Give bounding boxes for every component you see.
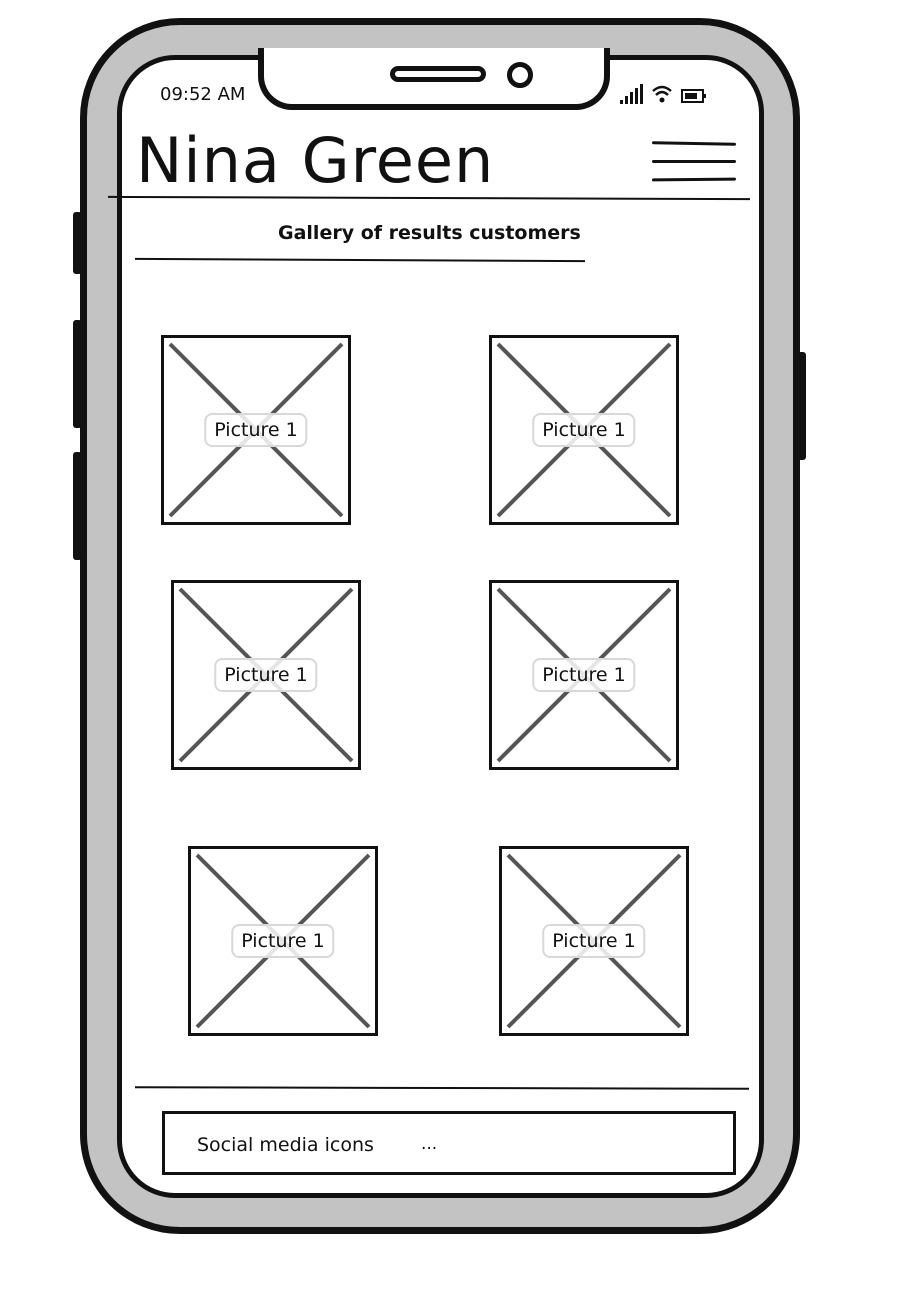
gallery-picture[interactable]: Picture 1: [499, 846, 689, 1036]
signal-icon: [620, 84, 643, 104]
social-media-footer[interactable]: Social media icons ...: [162, 1111, 736, 1175]
picture-label: Picture 1: [532, 413, 636, 447]
side-button-left-top: [73, 212, 82, 274]
wifi-icon: [652, 85, 672, 103]
gallery-picture[interactable]: Picture 1: [489, 335, 679, 525]
picture-label: Picture 1: [231, 924, 335, 958]
picture-label: Picture 1: [214, 658, 318, 692]
picture-label: Picture 1: [542, 924, 646, 958]
camera-icon: [507, 62, 533, 88]
picture-label: Picture 1: [204, 413, 308, 447]
hamburger-menu-icon[interactable]: [651, 140, 738, 186]
battery-icon: [681, 89, 706, 103]
footer-label: Social media icons: [197, 1134, 374, 1156]
side-button-left-bottom: [73, 452, 82, 560]
status-time: 09:52 AM: [160, 84, 246, 105]
speaker-icon: [390, 66, 486, 82]
gallery-picture[interactable]: Picture 1: [188, 846, 378, 1036]
side-button-left-middle: [73, 320, 82, 428]
footer-more: ...: [421, 1134, 438, 1154]
picture-label: Picture 1: [532, 658, 636, 692]
side-button-right: [797, 352, 806, 460]
gallery-heading: Gallery of results customers: [278, 222, 581, 244]
gallery-picture[interactable]: Picture 1: [489, 580, 679, 770]
page-title: Nina Green: [136, 124, 495, 197]
gallery-picture[interactable]: Picture 1: [161, 335, 351, 525]
status-icons: [620, 80, 707, 104]
gallery-picture[interactable]: Picture 1: [171, 580, 361, 770]
